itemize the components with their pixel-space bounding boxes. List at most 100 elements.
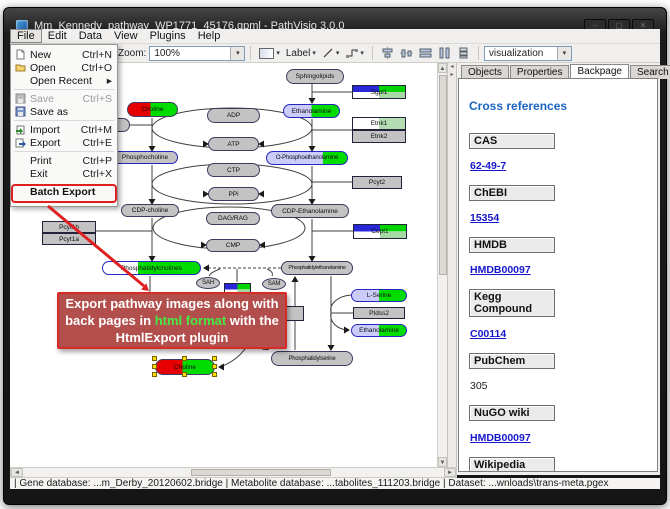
splitter-collapse-left-icon[interactable]: ◂	[448, 63, 456, 71]
chebi-link[interactable]: 15354	[470, 212, 499, 224]
menu-item-label: Export	[30, 137, 60, 149]
menu-item-batch-export[interactable]: Batch Export	[11, 185, 117, 198]
menu-item-label: Save	[30, 93, 54, 105]
node-pcyt2[interactable]: Pcyt2	[352, 176, 402, 189]
selection-handle[interactable]	[212, 372, 217, 377]
align-middle-button[interactable]	[397, 45, 416, 61]
node-l-serine[interactable]: L-Serine	[351, 289, 407, 302]
selection-handle[interactable]	[152, 364, 157, 369]
scroll-down-icon[interactable]: ▼	[438, 457, 447, 467]
scroll-right-icon[interactable]: ►	[444, 468, 456, 477]
menu-item-import[interactable]: Import Ctrl+M	[11, 123, 117, 136]
node-adp[interactable]: ADP	[207, 108, 260, 123]
selection-handle[interactable]	[212, 356, 217, 361]
section-header-pubchem: PubChem	[469, 353, 555, 369]
selection-handle[interactable]	[152, 372, 157, 377]
align-center-button[interactable]	[378, 45, 397, 61]
chevron-down-icon: ▾	[360, 49, 364, 57]
node-gene-box-unlabeled[interactable]	[286, 306, 304, 321]
canvas-horizontal-scrollbar[interactable]: ◄ ►	[10, 467, 457, 478]
label-tool-button[interactable]: Label ▾	[283, 45, 319, 61]
scroll-up-icon[interactable]: ▲	[438, 63, 447, 73]
node-pcyt1a[interactable]: Pcyt1a	[42, 233, 96, 245]
chevron-down-icon[interactable]: ▾	[557, 47, 571, 60]
menu-item-exit[interactable]: Exit Ctrl+X	[11, 167, 117, 180]
annotation-highlight: html format	[155, 313, 227, 328]
gene-tool-button[interactable]: ▾	[256, 45, 283, 61]
node-o-phosphoethanolamine[interactable]: O-Phosphoethanolamine	[266, 151, 348, 165]
stack-button[interactable]	[454, 45, 473, 61]
import-icon	[15, 124, 30, 135]
tab-objects[interactable]: Objects	[461, 65, 509, 79]
status-bar: | Gene database: ...m_Derby_20120602.bri…	[10, 478, 660, 489]
node-phosphatidylserine[interactable]: Phosphatidylserine	[271, 351, 353, 366]
node-phosphatidylethanolamine[interactable]: Phosphatidylethanolamine	[281, 261, 353, 275]
zoom-value: 100%	[150, 48, 230, 59]
horizontal-scroll-thumb[interactable]	[191, 469, 331, 476]
visualization-combobox[interactable]: visualization ▾	[484, 46, 572, 61]
line-tool-button[interactable]: ▾	[319, 45, 343, 61]
menu-view[interactable]: View	[108, 29, 144, 43]
kegg-link[interactable]: C00114	[470, 328, 506, 340]
zoom-combobox[interactable]: 100% ▾	[149, 46, 245, 61]
node-sam[interactable]: SAM	[262, 278, 286, 290]
tab-search[interactable]: Search	[630, 65, 670, 79]
node-cdp-choline[interactable]: CDP-choline	[121, 204, 179, 217]
node-sgpl1[interactable]: Sgpl1	[352, 85, 406, 99]
node-etnk2[interactable]: Etnk2	[352, 130, 406, 143]
section-header-kegg: Kegg Compound	[469, 289, 555, 317]
distribute-horizontal-button[interactable]	[416, 45, 435, 61]
menu-item-save[interactable]: Save Ctrl+S	[11, 92, 117, 105]
menu-shortcut: Ctrl+M	[81, 124, 112, 136]
selection-handle[interactable]	[182, 372, 187, 377]
menu-item-export[interactable]: Export Ctrl+E	[11, 136, 117, 149]
menu-item-open[interactable]: Open Ctrl+O	[11, 61, 117, 74]
menu-item-label: New	[30, 49, 51, 61]
node-ppi[interactable]: PPi	[208, 187, 259, 201]
menu-item-open-recent[interactable]: Open Recent ▸	[11, 74, 117, 87]
node-ethanolamine-top[interactable]: Ethanolamine	[283, 104, 340, 118]
node-phosphocholine[interactable]: Phosphocholine	[112, 151, 178, 164]
node-phosphatidylcholines[interactable]: Phosphatidylcholines	[102, 261, 201, 275]
node-sah[interactable]: SAH	[196, 277, 220, 289]
open-folder-icon	[15, 62, 30, 73]
menu-edit[interactable]: Edit	[42, 29, 73, 43]
menu-item-label: Batch Export	[30, 186, 95, 198]
node-choline-top[interactable]: Choline	[127, 102, 178, 117]
node-ctp[interactable]: CTP	[207, 163, 260, 177]
selection-handle[interactable]	[182, 356, 187, 361]
node-ethanolamine-bottom[interactable]: Ethanolamine	[351, 324, 407, 337]
tab-backpage[interactable]: Backpage	[570, 64, 628, 79]
tab-properties[interactable]: Properties	[510, 65, 570, 79]
node-sphingolipids[interactable]: Sphingolipids	[286, 69, 344, 84]
menu-data[interactable]: Data	[73, 29, 108, 43]
node-cdp-ethanolamine[interactable]: CDP-Ethanolamine	[271, 204, 349, 218]
vertical-scroll-thumb[interactable]	[439, 75, 447, 275]
node-pcyt1b[interactable]: Pcyt1b	[42, 221, 96, 233]
menu-file[interactable]: File	[10, 29, 42, 43]
chevron-down-icon: ▾	[312, 49, 316, 57]
node-cmp[interactable]: CMP	[206, 239, 260, 252]
selection-handle[interactable]	[152, 356, 157, 361]
scroll-left-icon[interactable]: ◄	[11, 468, 23, 477]
menu-item-new[interactable]: New Ctrl+N	[11, 48, 117, 61]
node-ptdss2[interactable]: Ptdss2	[353, 307, 405, 319]
hmdb-link[interactable]: HMDB00097	[470, 264, 531, 276]
menu-item-save-as[interactable]: Save as	[11, 105, 117, 118]
connector-tool-button[interactable]: ▾	[342, 45, 367, 61]
menu-item-print[interactable]: Print Ctrl+P	[11, 154, 117, 167]
node-dag[interactable]: DAG/RAG	[206, 212, 260, 225]
menu-plugins[interactable]: Plugins	[144, 29, 192, 43]
distribute-vertical-button[interactable]	[435, 45, 454, 61]
nugo-link[interactable]: HMDB00097	[470, 432, 531, 444]
splitter-collapse-right-icon[interactable]: ▸	[448, 71, 456, 79]
cas-link[interactable]: 62-49-7	[470, 160, 506, 172]
menu-help[interactable]: Help	[192, 29, 227, 43]
canvas-vertical-scrollbar[interactable]: ▲ ▼	[437, 63, 447, 467]
node-atp[interactable]: ATP	[208, 137, 259, 151]
node-etnk1[interactable]: Etnk1	[352, 117, 406, 130]
sidebar-splitter[interactable]: ◂ ▸	[447, 63, 457, 467]
chevron-down-icon[interactable]: ▾	[230, 47, 244, 60]
node-cept1[interactable]: Cept1	[353, 224, 407, 239]
selection-handle[interactable]	[212, 364, 217, 369]
